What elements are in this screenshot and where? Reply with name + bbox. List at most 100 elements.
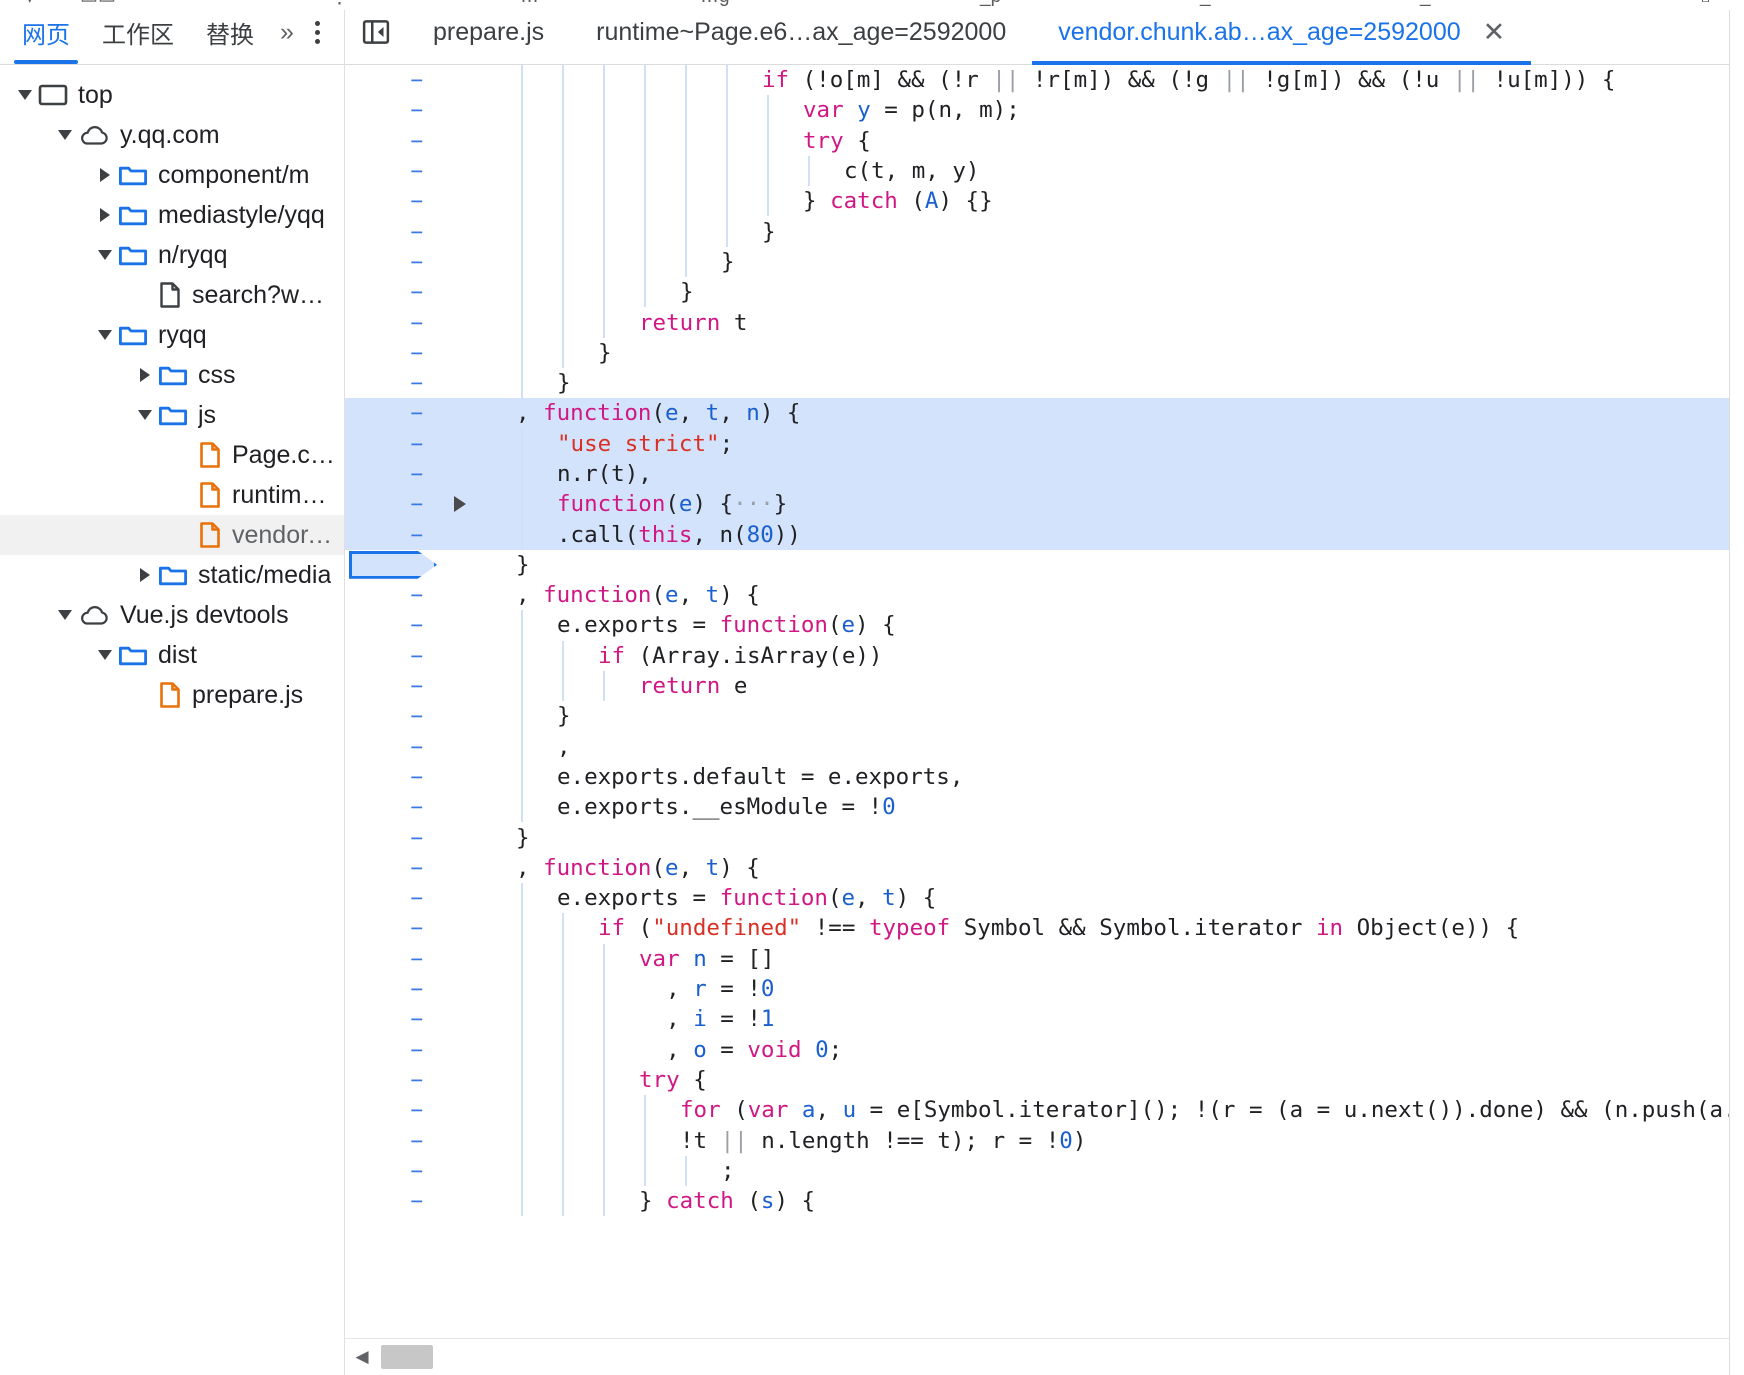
tree-item[interactable]: css	[0, 355, 344, 395]
line-gutter-mark[interactable]: −	[345, 159, 445, 183]
line-gutter-mark[interactable]: −	[345, 947, 445, 971]
tree-item[interactable]: Vue.js devtools	[0, 595, 344, 635]
line-gutter-mark[interactable]: −	[345, 826, 445, 850]
line-gutter-mark[interactable]: −	[345, 371, 445, 395]
code-line[interactable]: − try {	[345, 1065, 1744, 1095]
code-line[interactable]: − e.exports.default = e.exports,	[345, 762, 1744, 792]
chevron-down-icon[interactable]	[92, 330, 118, 340]
code-line[interactable]: − for (var a, u = e[Symbol.iterator](); !…	[345, 1095, 1744, 1125]
line-gutter-mark[interactable]: −	[345, 1068, 445, 1092]
tree-item[interactable]: runtime~Pag…	[0, 475, 344, 515]
tree-item[interactable]: search?w=%E7…	[0, 275, 344, 315]
line-gutter-mark[interactable]: −	[345, 189, 445, 213]
line-gutter-mark[interactable]: −	[345, 401, 445, 425]
tree-item[interactable]: n/ryqq	[0, 235, 344, 275]
tree-item[interactable]: y.qq.com	[0, 115, 344, 155]
code-line[interactable]: −}	[345, 701, 1744, 731]
code-line[interactable]: − , i = !1	[345, 1004, 1744, 1034]
code-fold-icon[interactable]	[445, 496, 475, 513]
chevron-down-icon[interactable]	[92, 250, 118, 260]
code-line[interactable]: − try {	[345, 126, 1744, 156]
code-line[interactable]: − return t	[345, 307, 1744, 337]
line-gutter-mark[interactable]: −	[345, 280, 445, 304]
code-line[interactable]: − e.exports.__esModule = !0	[345, 792, 1744, 822]
line-gutter-mark[interactable]: −	[345, 735, 445, 759]
tree-item[interactable]: top	[0, 75, 344, 115]
code-line[interactable]: − !t || n.length !== t); r = !0)	[345, 1125, 1744, 1155]
chevron-down-icon[interactable]	[12, 90, 38, 100]
code-editor[interactable]: − if (!o[m] && (!r || !r[m]) && (!g || !g…	[345, 65, 1744, 1338]
tree-item[interactable]: static/media	[0, 555, 344, 595]
line-gutter-mark[interactable]: −	[345, 523, 445, 547]
code-line[interactable]: − e.exports = function(e) {	[345, 610, 1744, 640]
tree-item[interactable]: Page.chunk.0…	[0, 435, 344, 475]
chevron-down-icon[interactable]	[92, 650, 118, 660]
line-gutter-mark[interactable]: −	[345, 795, 445, 819]
line-gutter-mark[interactable]: −	[345, 856, 445, 880]
chevron-right-icon[interactable]	[132, 568, 158, 582]
scroll-left-icon[interactable]: ◀	[345, 1347, 379, 1367]
line-gutter-mark[interactable]: −	[345, 1159, 445, 1183]
line-gutter-mark[interactable]: −	[345, 129, 445, 153]
tree-item[interactable]: mediastyle/yqq	[0, 195, 344, 235]
line-gutter-mark[interactable]: −	[345, 674, 445, 698]
tree-item[interactable]: js	[0, 395, 344, 435]
code-line[interactable]: − e.exports = function(e, t) {	[345, 883, 1744, 913]
line-gutter-mark[interactable]: −	[345, 916, 445, 940]
line-gutter-mark[interactable]: −	[345, 1007, 445, 1031]
code-line[interactable]: − return e	[345, 671, 1744, 701]
code-line[interactable]: −}	[345, 277, 1744, 307]
code-line[interactable]: −}	[345, 247, 1744, 277]
line-gutter-mark[interactable]: −	[345, 1038, 445, 1062]
tree-item-selected[interactable]: vendor.chunk…	[0, 515, 344, 555]
code-line[interactable]: − n.r(t),	[345, 458, 1744, 490]
line-gutter-mark[interactable]: −	[345, 98, 445, 122]
code-line[interactable]: − , function(e, t) {	[345, 853, 1744, 883]
code-line[interactable]: −}	[345, 216, 1744, 246]
code-line[interactable]: − , r = !0	[345, 974, 1744, 1004]
chevron-right-icon[interactable]	[92, 168, 118, 182]
scrollbar-thumb[interactable]	[381, 1345, 433, 1369]
code-line[interactable]: −;	[345, 1156, 1744, 1186]
code-line[interactable]: − "use strict";	[345, 428, 1744, 459]
code-line[interactable]: − if (Array.isArray(e))	[345, 641, 1744, 671]
code-line[interactable]: −}	[345, 368, 1744, 398]
code-line[interactable]: − c(t, m, y)	[345, 156, 1744, 186]
code-line[interactable]: −,	[345, 732, 1744, 762]
code-line[interactable]: − function(e) {···}	[345, 489, 1744, 520]
chevron-right-icon[interactable]	[92, 208, 118, 222]
chevron-right-icon[interactable]	[132, 368, 158, 382]
line-gutter-mark[interactable]: −	[345, 1189, 445, 1213]
code-line[interactable]: −}	[345, 338, 1744, 368]
code-line[interactable]: −}	[345, 550, 1744, 580]
line-gutter-mark[interactable]: −	[345, 765, 445, 789]
line-gutter-mark[interactable]: −	[345, 220, 445, 244]
code-line[interactable]: − if (!o[m] && (!r || !r[m]) && (!g || !g…	[345, 65, 1744, 95]
editor-horizontal-scrollbar[interactable]: ◀	[345, 1338, 1744, 1375]
line-gutter-mark[interactable]: −	[345, 644, 445, 668]
line-gutter-mark[interactable]: −	[345, 341, 445, 365]
code-line[interactable]: −} catch (A) {}	[345, 186, 1744, 216]
chevron-down-icon[interactable]	[132, 410, 158, 420]
code-line[interactable]: −}	[345, 822, 1744, 852]
tree-item[interactable]: dist	[0, 635, 344, 675]
code-line[interactable]: − if ("undefined" !== typeof Symbol && Sy…	[345, 913, 1744, 943]
code-line[interactable]: − .call(this, n(80))	[345, 519, 1744, 550]
tree-item[interactable]: prepare.js	[0, 675, 344, 715]
line-gutter-mark[interactable]: −	[345, 977, 445, 1001]
line-gutter-mark[interactable]: −	[345, 583, 445, 607]
line-gutter-mark[interactable]: −	[345, 1098, 445, 1122]
chevron-down-icon[interactable]	[52, 130, 78, 140]
code-line[interactable]: − var y = p(n, m);	[345, 95, 1744, 125]
close-icon[interactable]: ✕	[1483, 18, 1506, 46]
line-gutter-mark[interactable]: −	[345, 462, 445, 486]
code-line[interactable]: − , function(e, t, n) {	[345, 398, 1744, 429]
line-gutter-mark[interactable]: −	[345, 704, 445, 728]
code-line[interactable]: − var n = []	[345, 944, 1744, 974]
code-line[interactable]: − , function(e, t) {	[345, 580, 1744, 610]
code-line[interactable]: −} catch (s) {	[345, 1186, 1744, 1216]
line-gutter-mark[interactable]: −	[345, 311, 445, 335]
tree-item[interactable]: ryqq	[0, 315, 344, 355]
line-gutter-mark[interactable]: −	[345, 492, 445, 516]
line-gutter-mark[interactable]: −	[345, 1129, 445, 1153]
